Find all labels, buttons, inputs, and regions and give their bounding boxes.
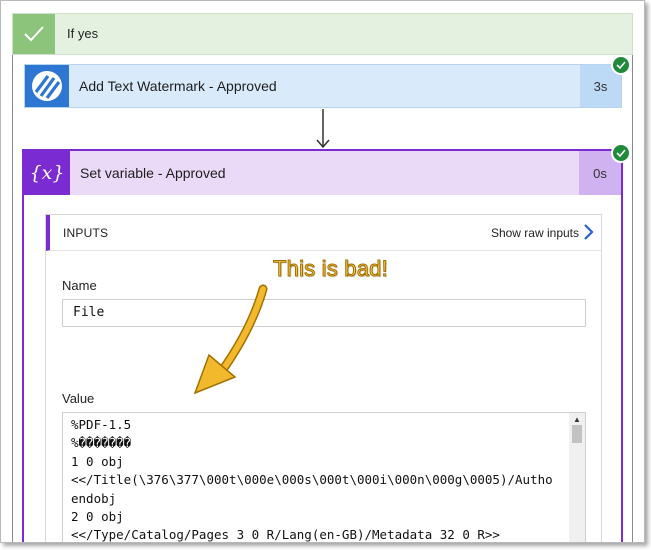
chevron-right-icon[interactable] bbox=[582, 223, 594, 241]
flow-arrow-down-icon bbox=[316, 109, 330, 149]
annotation-text: This is bad! bbox=[273, 256, 389, 282]
value-line: %������� bbox=[71, 435, 132, 451]
connector-line bbox=[12, 55, 13, 542]
scrollbar-thumb[interactable] bbox=[572, 425, 582, 443]
show-raw-inputs-link[interactable]: Show raw inputs bbox=[491, 226, 579, 240]
inputs-heading: INPUTS bbox=[63, 226, 109, 240]
scroll-up-icon[interactable]: ▲ bbox=[573, 415, 581, 424]
value-content: %PDF-1.5 %������� 1 0 obj <</Title(\376\… bbox=[71, 416, 553, 543]
watermark-icon bbox=[25, 65, 69, 107]
name-label: Name bbox=[62, 278, 97, 293]
success-check-icon bbox=[611, 55, 631, 75]
add-text-watermark-step[interactable]: Add Text Watermark - Approved 3s bbox=[24, 64, 622, 108]
vertical-scrollbar[interactable]: ▲ bbox=[569, 413, 585, 542]
step-title: Add Text Watermark - Approved bbox=[79, 78, 277, 94]
value-line: 2 0 obj bbox=[71, 509, 124, 525]
value-field[interactable]: %PDF-1.5 %������� 1 0 obj <</Title(\376\… bbox=[62, 412, 586, 543]
value-line: 1 0 obj bbox=[71, 453, 124, 469]
set-variable-step-header[interactable]: {x} Set variable - Approved 0s bbox=[24, 151, 621, 195]
scroll-left-right-icon[interactable]: <> bbox=[553, 541, 569, 542]
connector-line bbox=[632, 55, 633, 542]
branch-label: If yes bbox=[67, 26, 99, 41]
value-line: <</Type/Catalog/Pages 3 0 R/Lang(en-GB)/… bbox=[71, 527, 500, 543]
name-field[interactable]: File bbox=[62, 299, 586, 327]
success-check-icon bbox=[611, 143, 631, 163]
value-line: <</Title(\376\377\000t\000e\000s\000t\00… bbox=[71, 472, 553, 488]
flow-run-view: If yes Add Text Watermark - Approved 3s … bbox=[0, 0, 645, 543]
annotation-arrow-icon bbox=[193, 284, 268, 395]
if-yes-branch-header[interactable]: If yes bbox=[12, 13, 633, 55]
step-title: Set variable - Approved bbox=[80, 165, 226, 181]
value-line: endobj bbox=[71, 490, 117, 506]
value-label: Value bbox=[62, 391, 95, 406]
variable-icon: {x} bbox=[24, 151, 70, 195]
set-variable-step: {x} Set variable - Approved 0s INPUTS Sh… bbox=[22, 149, 623, 542]
inputs-panel-header: INPUTS Show raw inputs bbox=[46, 215, 601, 251]
checkmark-icon bbox=[13, 14, 55, 54]
value-line: %PDF-1.5 bbox=[71, 417, 132, 432]
name-value: File bbox=[73, 305, 105, 320]
